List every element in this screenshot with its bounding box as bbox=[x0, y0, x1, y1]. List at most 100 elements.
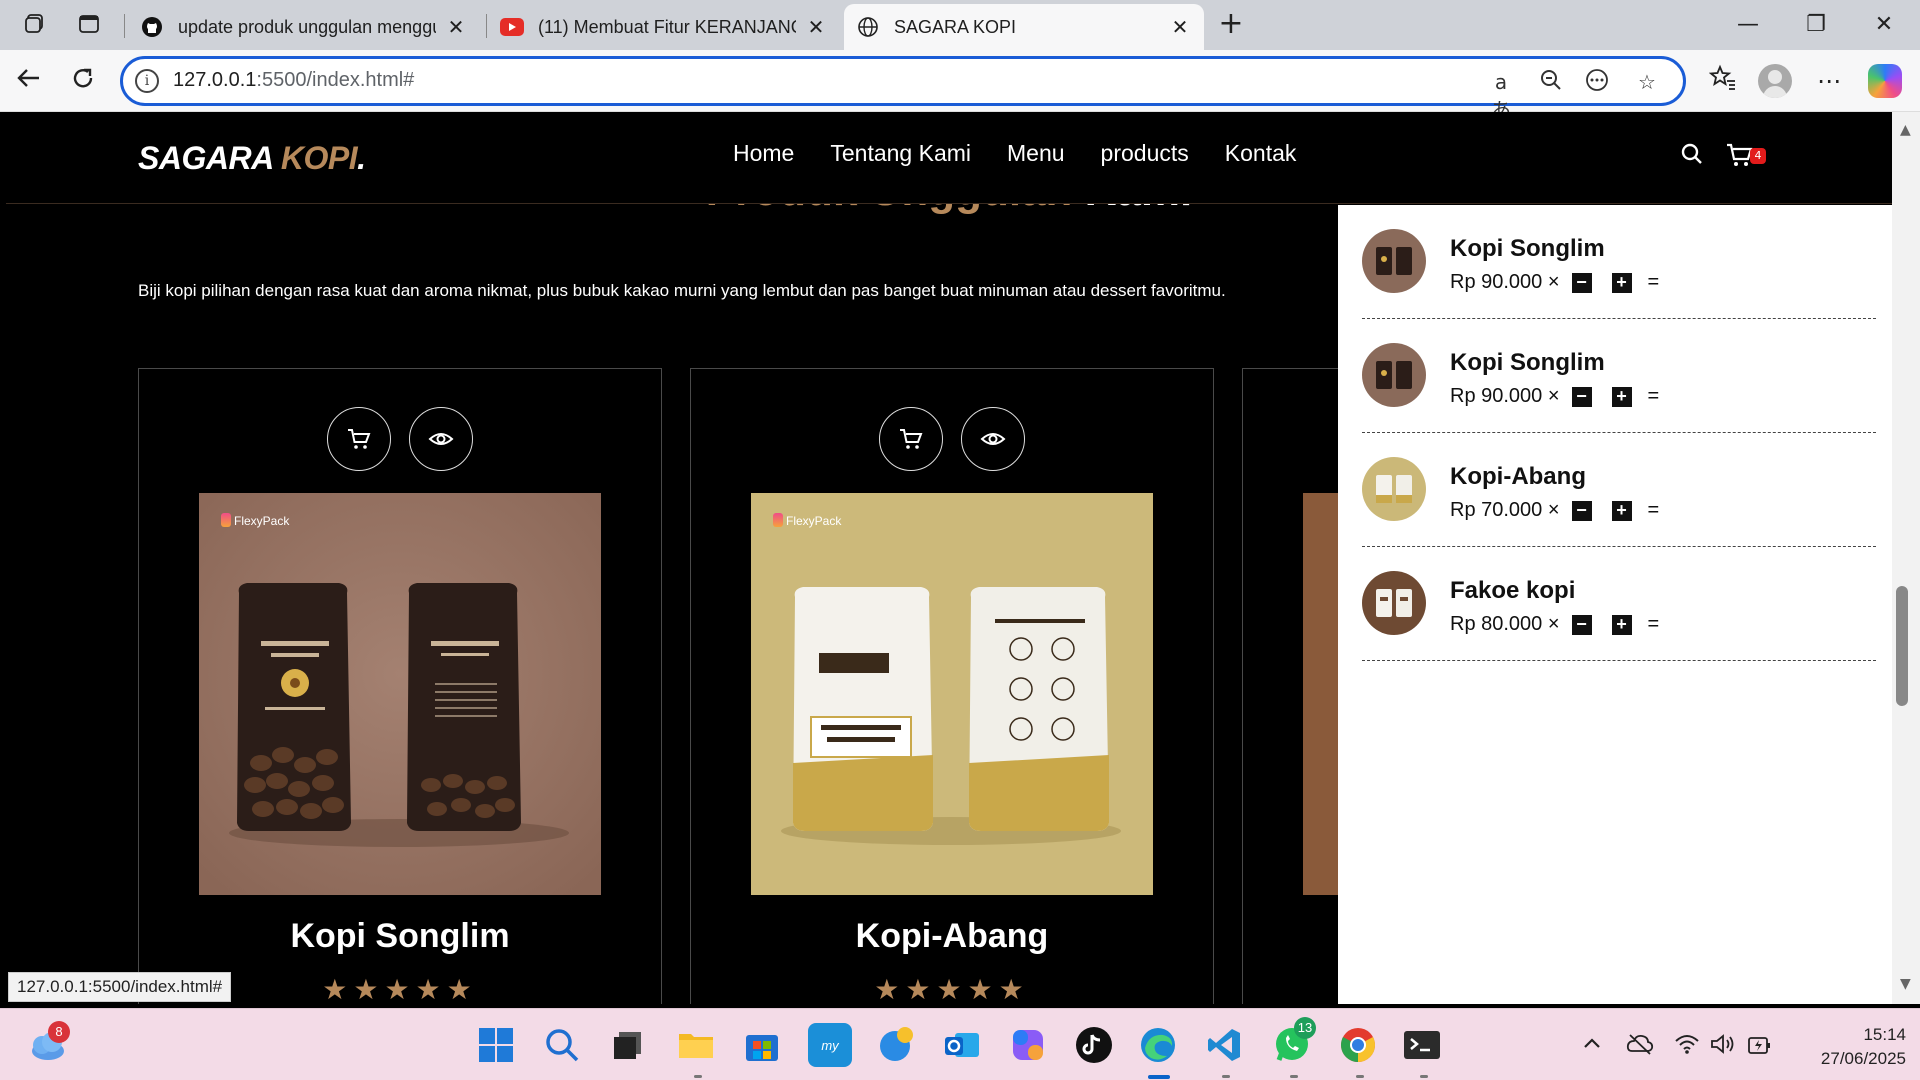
chrome-icon[interactable] bbox=[1336, 1023, 1380, 1067]
start-icon[interactable] bbox=[474, 1023, 518, 1067]
terminal-icon[interactable] bbox=[1400, 1023, 1444, 1067]
battery-charging-icon[interactable] bbox=[1746, 1033, 1772, 1062]
weather-badge: 8 bbox=[48, 1021, 70, 1043]
site-info-icon[interactable]: i bbox=[135, 69, 159, 93]
onedrive-offline-icon[interactable] bbox=[1626, 1033, 1654, 1060]
increase-quantity-button[interactable]: + bbox=[1611, 272, 1632, 293]
product-name: Kopi-Abang bbox=[855, 917, 1049, 955]
scroll-down-icon[interactable]: ▼ bbox=[1900, 976, 1911, 992]
scrollbar-thumb[interactable] bbox=[1896, 586, 1908, 706]
site-logo[interactable]: SAGARA KOPI. bbox=[138, 140, 366, 177]
page-scrollbar[interactable]: ▲ ▼ bbox=[1892, 112, 1920, 1004]
search-taskbar-icon[interactable] bbox=[540, 1023, 584, 1067]
vscode-icon[interactable] bbox=[1202, 1023, 1246, 1067]
cart-item-price: Rp 90.000 × − + = bbox=[1450, 385, 1660, 407]
copilot-taskbar-icon[interactable] bbox=[874, 1023, 918, 1067]
nav-tentang-kami[interactable]: Tentang Kami bbox=[830, 140, 971, 167]
tab-github[interactable]: update produk unggulan menggu ✕ bbox=[128, 4, 480, 50]
rating-stars: ★★★★★ bbox=[874, 973, 1030, 1004]
nav-menu[interactable]: Menu bbox=[1007, 140, 1065, 167]
restore-icon[interactable]: ❐ bbox=[1786, 8, 1846, 42]
address-url[interactable]: 127.0.0.1:5500/index.html# bbox=[173, 69, 414, 92]
new-tab-icon[interactable]: + bbox=[1214, 8, 1248, 42]
add-to-cart-button[interactable] bbox=[879, 407, 943, 471]
cart-item-total: = bbox=[1647, 271, 1660, 293]
profile-avatar[interactable] bbox=[1758, 64, 1792, 98]
product-image-kopi-songlim[interactable]: FlexyPack bbox=[199, 493, 601, 895]
cart-item-name: Kopi Songlim bbox=[1450, 235, 1605, 262]
shopping-cart-panel: Kopi Songlim Rp 90.000 × − + = Kopi Song… bbox=[1338, 205, 1892, 1004]
tab-youtube[interactable]: (11) Membuat Fitur KERANJANG B ✕ bbox=[488, 4, 840, 50]
back-icon[interactable] bbox=[12, 64, 46, 98]
workspaces-icon[interactable] bbox=[22, 12, 48, 38]
tab-sagara-kopi[interactable]: SAGARA KOPI ✕ bbox=[844, 4, 1204, 50]
cart-item-thumbnail bbox=[1362, 229, 1426, 293]
scroll-up-icon[interactable]: ▲ bbox=[1900, 122, 1911, 138]
status-bar-url: 127.0.0.1:5500/index.html# bbox=[8, 972, 232, 1002]
github-icon bbox=[140, 15, 164, 39]
more-tools-icon[interactable] bbox=[1583, 68, 1611, 96]
close-window-icon[interactable]: ✕ bbox=[1854, 8, 1914, 42]
search-icon[interactable] bbox=[1678, 140, 1712, 174]
file-explorer-icon[interactable] bbox=[674, 1023, 718, 1067]
brand-watermark: FlexyPack bbox=[773, 513, 841, 528]
view-detail-button[interactable] bbox=[961, 407, 1025, 471]
refresh-icon[interactable] bbox=[66, 64, 100, 98]
wifi-icon[interactable] bbox=[1674, 1033, 1700, 1060]
running-indicator bbox=[1356, 1075, 1364, 1078]
section-description: Biji kopi pilihan dengan rasa kuat dan a… bbox=[138, 281, 1226, 300]
close-tab-icon[interactable]: ✕ bbox=[444, 15, 468, 40]
product-image-kopi-abang[interactable]: FlexyPack bbox=[751, 493, 1153, 895]
site-menu: Home Tentang Kami Menu products Kontak bbox=[733, 140, 1296, 167]
decrease-quantity-button[interactable]: − bbox=[1571, 500, 1592, 521]
microsoft-store-icon[interactable] bbox=[740, 1023, 784, 1067]
view-detail-button[interactable] bbox=[409, 407, 473, 471]
copilot-app-icon[interactable] bbox=[1006, 1023, 1050, 1067]
minimize-icon[interactable]: — bbox=[1718, 8, 1778, 42]
increase-quantity-button[interactable]: + bbox=[1611, 614, 1632, 635]
tab-title: SAGARA KOPI bbox=[894, 16, 1017, 37]
cart-icon bbox=[900, 429, 923, 449]
close-tab-icon[interactable]: ✕ bbox=[1168, 15, 1192, 40]
nav-kontak[interactable]: Kontak bbox=[1225, 140, 1297, 167]
cart-item-name: Kopi-Abang bbox=[1450, 463, 1586, 490]
settings-more-icon[interactable]: ⋯ bbox=[1812, 64, 1846, 98]
add-to-cart-button[interactable] bbox=[327, 407, 391, 471]
nav-products[interactable]: products bbox=[1101, 140, 1189, 167]
favorite-star-icon[interactable]: ☆ bbox=[1633, 68, 1661, 96]
volume-icon[interactable] bbox=[1710, 1033, 1736, 1060]
tab-title: (11) Membuat Fitur KERANJANG B bbox=[538, 16, 796, 37]
copilot-icon[interactable] bbox=[1868, 64, 1902, 98]
read-aloud-icon[interactable]: aあ bbox=[1487, 68, 1515, 122]
decrease-quantity-button[interactable]: − bbox=[1571, 614, 1592, 635]
show-hidden-icons-icon[interactable] bbox=[1582, 1033, 1602, 1058]
running-indicator bbox=[694, 1075, 702, 1078]
myhp-icon[interactable]: my bbox=[808, 1023, 852, 1067]
outlook-icon[interactable] bbox=[940, 1023, 984, 1067]
tab-separator bbox=[124, 14, 125, 38]
address-bar[interactable]: i 127.0.0.1:5500/index.html# aあ ☆ bbox=[120, 56, 1686, 122]
active-indicator bbox=[1148, 1075, 1170, 1079]
brand-watermark: FlexyPack bbox=[221, 513, 289, 528]
tiktok-icon[interactable] bbox=[1072, 1023, 1116, 1067]
running-indicator bbox=[1290, 1075, 1298, 1078]
zoom-out-icon[interactable] bbox=[1537, 68, 1565, 96]
edge-icon[interactable] bbox=[1136, 1023, 1180, 1067]
running-indicator bbox=[1222, 1075, 1230, 1078]
system-clock[interactable]: 15:14 27/06/2025 bbox=[1790, 1023, 1906, 1071]
close-tab-icon[interactable]: ✕ bbox=[804, 15, 828, 40]
nav-home[interactable]: Home bbox=[733, 140, 794, 167]
favorites-icon[interactable] bbox=[1706, 64, 1740, 98]
cart-count-badge: 4 bbox=[1750, 148, 1766, 164]
increase-quantity-button[interactable]: + bbox=[1611, 386, 1632, 407]
clock-date: 27/06/2025 bbox=[1820, 1049, 1906, 1068]
decrease-quantity-button[interactable]: − bbox=[1571, 272, 1592, 293]
site-navbar: SAGARA KOPI. Home Tentang Kami Menu prod… bbox=[6, 112, 1892, 204]
youtube-icon bbox=[500, 15, 524, 39]
browser-toolbar: i 127.0.0.1:5500/index.html# aあ ☆ ⋯ bbox=[0, 50, 1920, 122]
increase-quantity-button[interactable]: + bbox=[1611, 500, 1632, 521]
decrease-quantity-button[interactable]: − bbox=[1571, 386, 1592, 407]
task-view-icon[interactable] bbox=[606, 1023, 650, 1067]
product-card: FlexyPack Kopi-Abang ★★★★★ bbox=[690, 368, 1214, 1004]
tab-actions-icon[interactable] bbox=[76, 12, 102, 38]
